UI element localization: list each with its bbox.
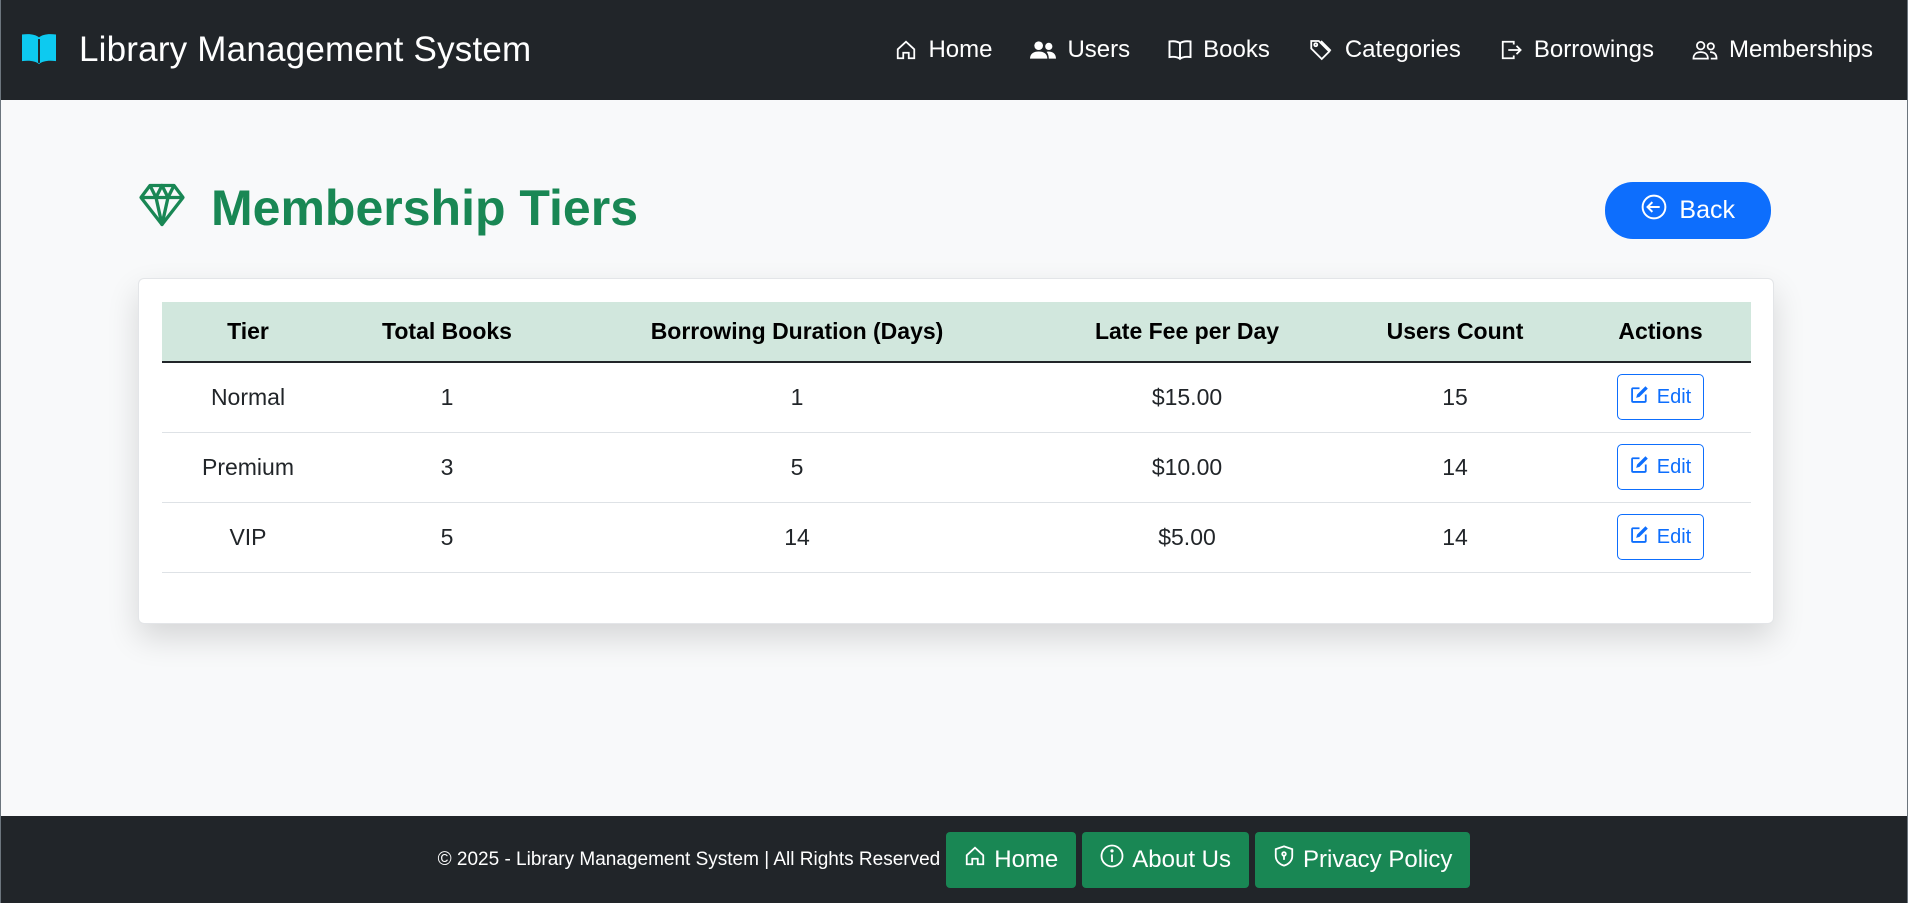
column-header-users-count[interactable]: Users Count bbox=[1340, 302, 1570, 363]
column-header-actions: Actions bbox=[1570, 302, 1751, 363]
nav-item-home[interactable]: Home bbox=[876, 36, 1011, 64]
nav-item-memberships[interactable]: Memberships bbox=[1673, 36, 1873, 64]
cell-actions: Edit bbox=[1570, 362, 1751, 433]
nav-item-categories[interactable]: Categories bbox=[1289, 36, 1480, 64]
title-wrap: Membership Tiers bbox=[137, 179, 638, 237]
tiers-card: Tier Total Books Borrowing Duration (Day… bbox=[138, 278, 1774, 624]
shield-icon bbox=[1273, 844, 1295, 875]
footer: © 2025 - Library Management System | All… bbox=[1, 816, 1907, 903]
box-arrow-right-icon bbox=[1499, 39, 1523, 61]
edit-button-label: Edit bbox=[1656, 455, 1692, 478]
cell-total-books: 3 bbox=[334, 432, 560, 503]
people-icon bbox=[1030, 39, 1057, 61]
nav-item-label: Memberships bbox=[1728, 36, 1873, 63]
edit-button-label: Edit bbox=[1656, 525, 1692, 548]
brand[interactable]: Library Management System bbox=[19, 30, 531, 70]
cell-late-fee: $5.00 bbox=[1034, 502, 1340, 573]
main-content: Membership Tiers Back Tier Total Books B… bbox=[1, 100, 1907, 816]
table-body: Normal 1 1 $15.00 15 Edit Premium 3 5 $1… bbox=[162, 362, 1751, 573]
pencil-square-icon bbox=[1630, 385, 1649, 410]
back-button-label: Back bbox=[1679, 196, 1735, 224]
nav-item-label: Borrowings bbox=[1533, 36, 1654, 63]
nav-item-books[interactable]: Books bbox=[1149, 36, 1289, 64]
house-icon bbox=[895, 39, 917, 61]
pencil-square-icon bbox=[1630, 455, 1649, 480]
cell-late-fee: $10.00 bbox=[1034, 432, 1340, 503]
nav-item-users[interactable]: Users bbox=[1011, 36, 1149, 64]
table-row: VIP 5 14 $5.00 14 Edit bbox=[162, 502, 1751, 573]
arrow-left-circle-icon bbox=[1641, 194, 1667, 227]
nav-item-label: Home bbox=[928, 36, 993, 63]
footer-home-label: Home bbox=[994, 845, 1059, 873]
nav-item-label: Books bbox=[1203, 36, 1270, 63]
footer-about-label: About Us bbox=[1132, 845, 1231, 873]
cell-users-count: 15 bbox=[1340, 362, 1570, 433]
navbar: Library Management System Home Users Boo… bbox=[1, 0, 1907, 100]
column-header-total-books[interactable]: Total Books bbox=[334, 302, 560, 363]
house-icon bbox=[964, 845, 986, 874]
column-header-duration[interactable]: Borrowing Duration (Days) bbox=[560, 302, 1034, 363]
edit-button[interactable]: Edit bbox=[1616, 514, 1705, 560]
cell-duration: 5 bbox=[560, 432, 1034, 503]
nav-item-label: Users bbox=[1067, 36, 1131, 63]
table-header-row: Tier Total Books Borrowing Duration (Day… bbox=[162, 302, 1751, 363]
footer-home-button[interactable]: Home bbox=[946, 831, 1077, 888]
table-row: Normal 1 1 $15.00 15 Edit bbox=[162, 362, 1751, 433]
table-row: Premium 3 5 $10.00 14 Edit bbox=[162, 432, 1751, 503]
tags-icon bbox=[1308, 38, 1334, 62]
page-header: Membership Tiers Back bbox=[137, 176, 1771, 239]
back-button[interactable]: Back bbox=[1605, 182, 1771, 239]
cell-late-fee: $15.00 bbox=[1034, 362, 1340, 433]
cell-tier: VIP bbox=[162, 502, 334, 573]
book-icon bbox=[1168, 39, 1192, 61]
column-header-late-fee[interactable]: Late Fee per Day bbox=[1034, 302, 1340, 363]
cell-total-books: 1 bbox=[334, 362, 560, 433]
cell-users-count: 14 bbox=[1340, 432, 1570, 503]
nav-links: Home Users Books Categories Borrowings M… bbox=[876, 36, 1873, 64]
cell-total-books: 5 bbox=[334, 502, 560, 573]
cell-actions: Edit bbox=[1570, 502, 1751, 573]
footer-privacy-button[interactable]: Privacy Policy bbox=[1254, 831, 1471, 888]
open-book-icon bbox=[19, 33, 59, 67]
info-circle-icon bbox=[1100, 844, 1124, 875]
cell-duration: 1 bbox=[560, 362, 1034, 433]
cell-users-count: 14 bbox=[1340, 502, 1570, 573]
pencil-square-icon bbox=[1630, 525, 1649, 550]
cell-duration: 14 bbox=[560, 502, 1034, 573]
footer-copyright: © 2025 - Library Management System | All… bbox=[437, 848, 941, 870]
table-header: Tier Total Books Borrowing Duration (Day… bbox=[162, 302, 1751, 363]
nav-item-borrowings[interactable]: Borrowings bbox=[1480, 36, 1673, 64]
page-title: Membership Tiers bbox=[211, 179, 639, 236]
cell-actions: Edit bbox=[1570, 432, 1751, 503]
footer-about-button[interactable]: About Us bbox=[1082, 831, 1249, 888]
footer-privacy-label: Privacy Policy bbox=[1302, 845, 1453, 873]
nav-item-label: Categories bbox=[1344, 36, 1461, 63]
gem-icon bbox=[137, 181, 187, 234]
column-header-tier[interactable]: Tier bbox=[162, 302, 334, 363]
tiers-table: Tier Total Books Borrowing Duration (Day… bbox=[162, 302, 1751, 573]
edit-button-label: Edit bbox=[1656, 385, 1692, 408]
brand-title: Library Management System bbox=[79, 30, 532, 69]
people-outline-icon bbox=[1692, 39, 1718, 61]
cell-tier: Premium bbox=[162, 432, 334, 503]
edit-button[interactable]: Edit bbox=[1616, 444, 1705, 490]
cell-tier: Normal bbox=[162, 362, 334, 433]
edit-button[interactable]: Edit bbox=[1616, 374, 1705, 421]
